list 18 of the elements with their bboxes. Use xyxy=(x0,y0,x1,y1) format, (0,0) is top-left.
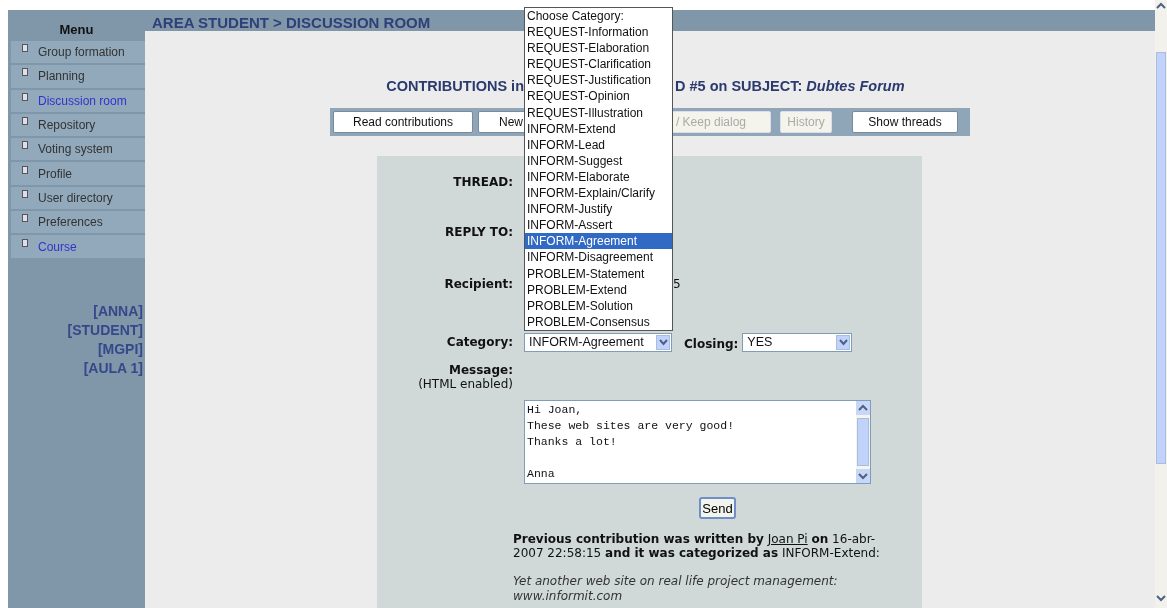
field-label: THREAD: xyxy=(452,175,513,189)
field-hint: (HTML enabled) xyxy=(418,377,513,391)
quoted-message: Yet another web site on real life project management: www.informit.com xyxy=(513,574,839,604)
user-info: [ANNA] xyxy=(93,301,143,321)
field-value: 5 xyxy=(673,277,681,291)
field-label: Recipient: xyxy=(443,277,513,291)
heading-text: CONTRIBUTIONS in xyxy=(385,78,524,96)
field-label: Category: xyxy=(445,335,513,349)
user-info: [STUDENT] xyxy=(67,320,143,340)
user-info: [MGPI] xyxy=(97,339,143,359)
field-label: Message: xyxy=(448,363,513,377)
user-info: [AULA 1] xyxy=(83,358,143,378)
heading-text: D #5 on SUBJECT: Dubtes Forum xyxy=(675,78,905,96)
field-label: REPLY TO: xyxy=(443,225,513,239)
previous-contribution-text: Previous contribution was written by Joan Pi on 16-abr-2007 22:58:15 and it was categorized as INFORM-Extend: xyxy=(513,532,881,560)
page-title: AREA STUDENT > DISCUSSION ROOM xyxy=(152,14,431,31)
menu-title: Menu xyxy=(58,21,95,38)
field-label: Closing: xyxy=(684,337,739,351)
